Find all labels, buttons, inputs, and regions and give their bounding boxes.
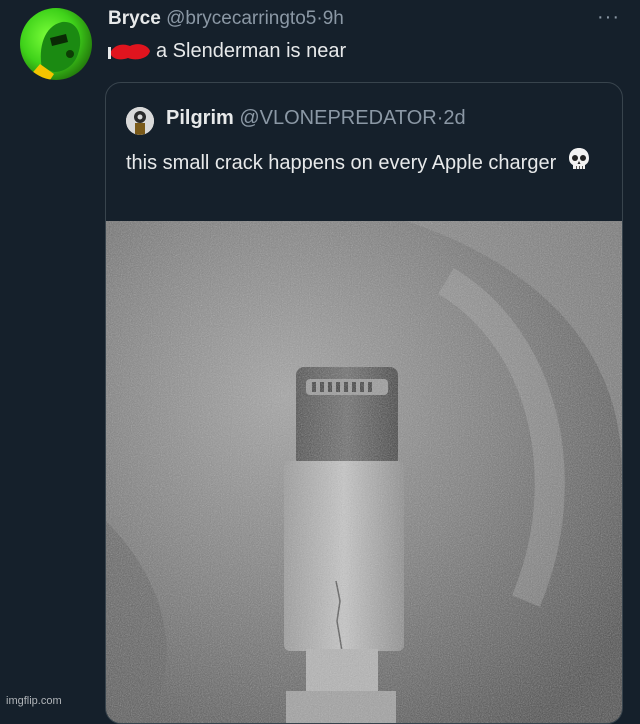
- quoted-media-image[interactable]: [106, 221, 622, 723]
- quoted-author-avatar[interactable]: [126, 107, 154, 135]
- quoted-author-name[interactable]: Pilgrim: [166, 107, 234, 129]
- censor-scribble: [108, 41, 152, 63]
- author-avatar[interactable]: [20, 8, 92, 80]
- quoted-header: Pilgrim @VLONEPREDATOR·2d: [166, 107, 466, 130]
- imgflip-watermark: imgflip.com: [6, 695, 62, 707]
- quoted-time[interactable]: 2d: [443, 107, 465, 129]
- quoted-text: this small crack happens on every Apple …: [126, 151, 557, 174]
- tweet-time[interactable]: 9h: [323, 8, 344, 29]
- quoted-text-row: this small crack happens on every Apple …: [126, 147, 596, 180]
- author-handle[interactable]: @brycecarringto5: [166, 8, 316, 29]
- quoted-author-handle[interactable]: @VLONEPREDATOR: [239, 107, 436, 129]
- skull-emoji-icon: [568, 147, 590, 180]
- tweet[interactable]: Bryce @brycecarringto5·9h ··· a Slenderm…: [0, 0, 640, 724]
- tweet-header: Bryce @brycecarringto5·9h: [108, 8, 344, 30]
- tweet-text: a Slenderman is near: [156, 40, 347, 62]
- author-name[interactable]: Bryce: [108, 8, 161, 29]
- tweet-text-row: a Slenderman is near: [108, 40, 346, 63]
- quoted-tweet[interactable]: Pilgrim @VLONEPREDATOR·2d this small cra…: [105, 82, 623, 724]
- more-options-icon[interactable]: ···: [597, 6, 620, 29]
